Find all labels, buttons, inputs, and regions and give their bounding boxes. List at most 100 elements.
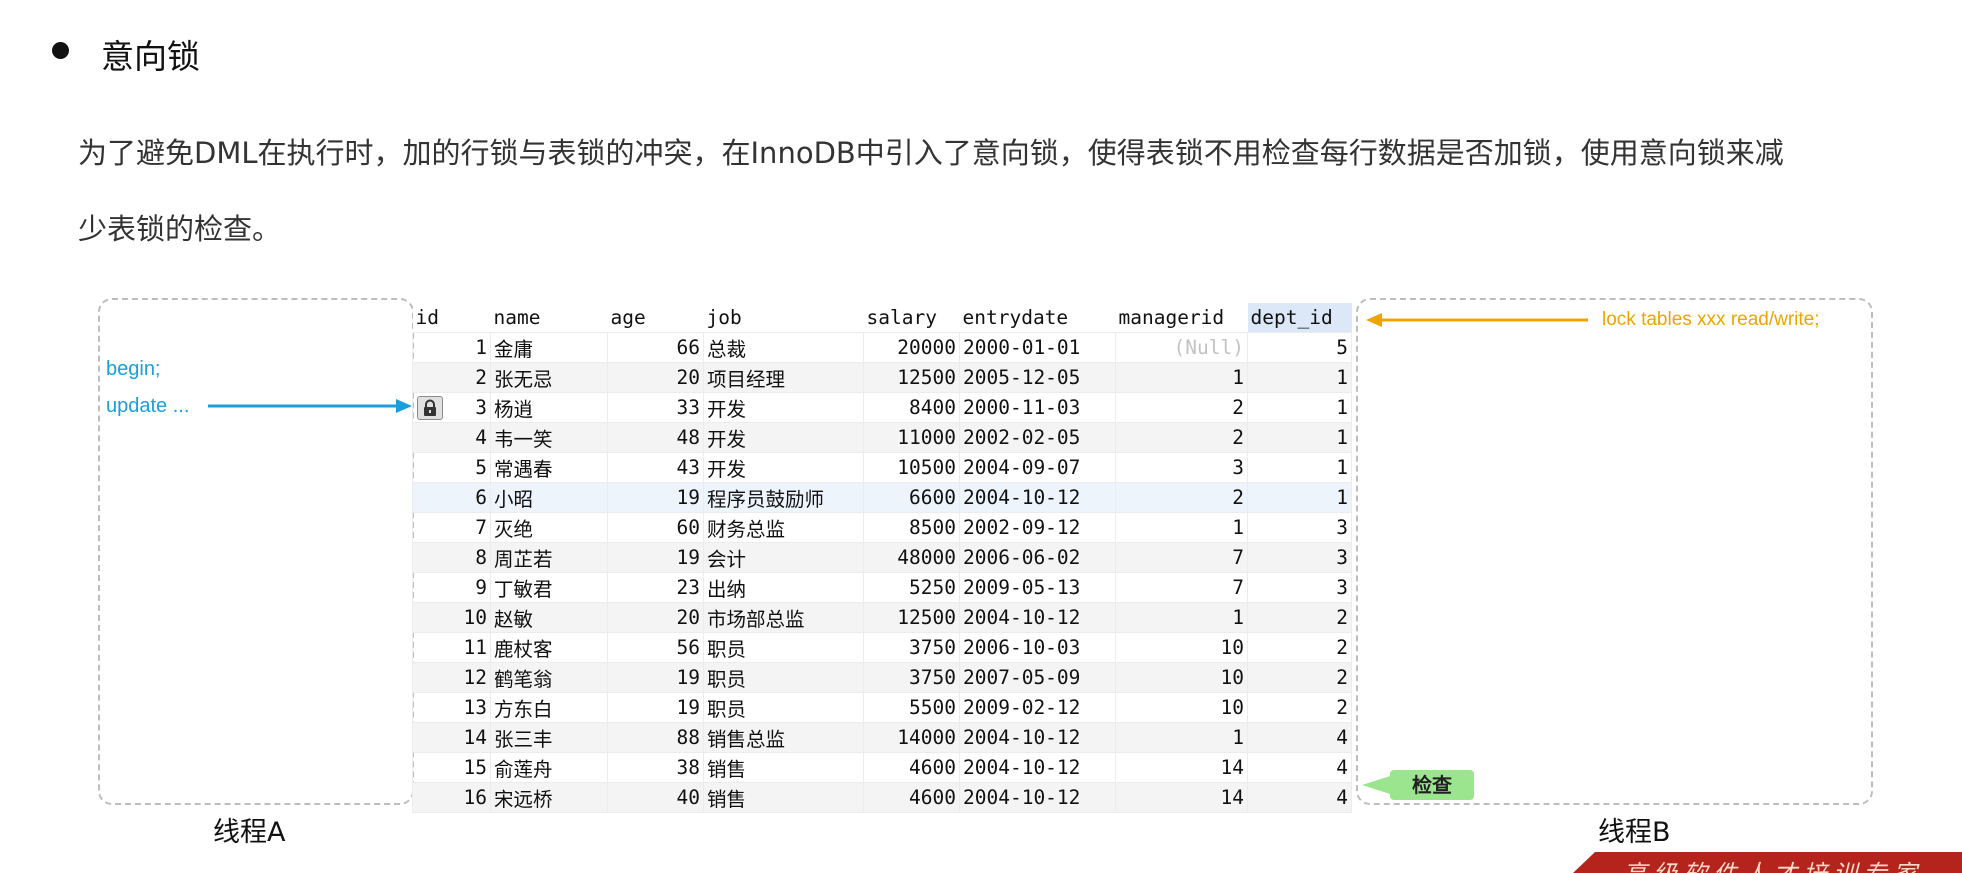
cell-name[interactable]: 韦一笑 bbox=[490, 421, 608, 453]
cell-id[interactable]: 11 bbox=[412, 631, 491, 663]
cell-id[interactable]: 1 bbox=[412, 331, 491, 363]
cell-id[interactable]: 8 bbox=[412, 541, 491, 573]
cell-age[interactable]: 43 bbox=[607, 451, 704, 483]
cell-job[interactable]: 职员 bbox=[703, 661, 864, 693]
cell-age[interactable]: 40 bbox=[607, 781, 704, 813]
cell-job[interactable]: 开发 bbox=[703, 421, 864, 453]
cell-age[interactable]: 66 bbox=[607, 331, 704, 363]
cell-age[interactable]: 19 bbox=[607, 661, 704, 693]
cell-managerid[interactable]: 2 bbox=[1115, 481, 1248, 513]
cell-salary[interactable]: 6600 bbox=[863, 481, 960, 513]
cell-entrydate[interactable]: 2004-10-12 bbox=[959, 721, 1116, 753]
table-row[interactable]: 9 丁敏君 23 出纳 5250 2009-05-13 7 3 bbox=[412, 571, 1352, 603]
cell-salary[interactable]: 14000 bbox=[863, 721, 960, 753]
cell-age[interactable]: 48 bbox=[607, 421, 704, 453]
cell-dept_id[interactable]: 5 bbox=[1247, 331, 1352, 363]
cell-name[interactable]: 周芷若 bbox=[490, 541, 608, 573]
cell-dept_id[interactable]: 3 bbox=[1247, 511, 1352, 543]
cell-id[interactable]: 7 bbox=[412, 511, 491, 543]
cell-entrydate[interactable]: 2004-10-12 bbox=[959, 751, 1116, 783]
cell-dept_id[interactable]: 1 bbox=[1247, 361, 1352, 393]
cell-entrydate[interactable]: 2004-10-12 bbox=[959, 781, 1116, 813]
table-row[interactable]: 10 赵敏 20 市场部总监 12500 2004-10-12 1 2 bbox=[412, 601, 1352, 633]
cell-age[interactable]: 60 bbox=[607, 511, 704, 543]
cell-salary[interactable]: 3750 bbox=[863, 631, 960, 663]
cell-salary[interactable]: 48000 bbox=[863, 541, 960, 573]
table-row[interactable]: 8 周芷若 19 会计 48000 2006-06-02 7 3 bbox=[412, 541, 1352, 573]
cell-age[interactable]: 33 bbox=[607, 391, 704, 423]
cell-dept_id[interactable]: 1 bbox=[1247, 451, 1352, 483]
cell-age[interactable]: 19 bbox=[607, 541, 704, 573]
cell-managerid[interactable]: 1 bbox=[1115, 511, 1248, 543]
cell-age[interactable]: 38 bbox=[607, 751, 704, 783]
cell-salary[interactable]: 10500 bbox=[863, 451, 960, 483]
cell-dept_id[interactable]: 2 bbox=[1247, 601, 1352, 633]
cell-salary[interactable]: 3750 bbox=[863, 661, 960, 693]
cell-id[interactable]: 10 bbox=[412, 601, 491, 633]
cell-age[interactable]: 23 bbox=[607, 571, 704, 603]
cell-job[interactable]: 项目经理 bbox=[703, 361, 864, 393]
cell-managerid[interactable]: 1 bbox=[1115, 601, 1248, 633]
cell-job[interactable]: 职员 bbox=[703, 691, 864, 723]
cell-job[interactable]: 销售 bbox=[703, 781, 864, 813]
cell-id[interactable]: 3 bbox=[412, 391, 491, 423]
column-header-name[interactable]: name bbox=[490, 303, 608, 333]
cell-entrydate[interactable]: 2002-02-05 bbox=[959, 421, 1116, 453]
cell-entrydate[interactable]: 2000-11-03 bbox=[959, 391, 1116, 423]
table-row[interactable]: 11 鹿杖客 56 职员 3750 2006-10-03 10 2 bbox=[412, 631, 1352, 663]
cell-id[interactable]: 14 bbox=[412, 721, 491, 753]
cell-id[interactable]: 2 bbox=[412, 361, 491, 393]
cell-job[interactable]: 会计 bbox=[703, 541, 864, 573]
cell-salary[interactable]: 11000 bbox=[863, 421, 960, 453]
cell-entrydate[interactable]: 2009-02-12 bbox=[959, 691, 1116, 723]
cell-dept_id[interactable]: 1 bbox=[1247, 421, 1352, 453]
cell-name[interactable]: 鹤笔翁 bbox=[490, 661, 608, 693]
cell-dept_id[interactable]: 4 bbox=[1247, 721, 1352, 753]
cell-dept_id[interactable]: 1 bbox=[1247, 481, 1352, 513]
cell-salary[interactable]: 12500 bbox=[863, 361, 960, 393]
cell-managerid[interactable]: 7 bbox=[1115, 571, 1248, 603]
column-header-salary[interactable]: salary bbox=[863, 303, 960, 333]
cell-name[interactable]: 灭绝 bbox=[490, 511, 608, 543]
cell-id[interactable]: 13 bbox=[412, 691, 491, 723]
cell-dept_id[interactable]: 1 bbox=[1247, 391, 1352, 423]
cell-salary[interactable]: 5500 bbox=[863, 691, 960, 723]
cell-managerid[interactable]: 10 bbox=[1115, 661, 1248, 693]
cell-entrydate[interactable]: 2002-09-12 bbox=[959, 511, 1116, 543]
cell-managerid[interactable]: 1 bbox=[1115, 361, 1248, 393]
table-row[interactable]: 5 常遇春 43 开发 10500 2004-09-07 3 1 bbox=[412, 451, 1352, 483]
cell-salary[interactable]: 12500 bbox=[863, 601, 960, 633]
cell-job[interactable]: 财务总监 bbox=[703, 511, 864, 543]
employee-data-grid[interactable]: id name age job salary entrydate managerid dept… bbox=[412, 303, 1352, 813]
cell-entrydate[interactable]: 2000-01-01 bbox=[959, 331, 1116, 363]
cell-entrydate[interactable]: 2006-06-02 bbox=[959, 541, 1116, 573]
cell-entrydate[interactable]: 2009-05-13 bbox=[959, 571, 1116, 603]
cell-managerid[interactable]: 10 bbox=[1115, 691, 1248, 723]
cell-dept_id[interactable]: 4 bbox=[1247, 751, 1352, 783]
cell-managerid[interactable]: 14 bbox=[1115, 751, 1248, 783]
cell-job[interactable]: 职员 bbox=[703, 631, 864, 663]
cell-age[interactable]: 20 bbox=[607, 601, 704, 633]
table-row[interactable]: 2 张无忌 20 项目经理 12500 2005-12-05 1 1 bbox=[412, 361, 1352, 393]
cell-id[interactable]: 9 bbox=[412, 571, 491, 603]
cell-salary[interactable]: 8400 bbox=[863, 391, 960, 423]
cell-dept_id[interactable]: 3 bbox=[1247, 571, 1352, 603]
table-row[interactable]: 1 金庸 66 总裁 20000 2000-01-01 (Null) 5 bbox=[412, 331, 1352, 363]
cell-salary[interactable]: 5250 bbox=[863, 571, 960, 603]
column-header-age[interactable]: age bbox=[607, 303, 704, 333]
cell-age[interactable]: 19 bbox=[607, 481, 704, 513]
cell-dept_id[interactable]: 2 bbox=[1247, 631, 1352, 663]
cell-entrydate[interactable]: 2004-09-07 bbox=[959, 451, 1116, 483]
cell-dept_id[interactable]: 4 bbox=[1247, 781, 1352, 813]
table-row[interactable]: 13 方东白 19 职员 5500 2009-02-12 10 2 bbox=[412, 691, 1352, 723]
table-row[interactable]: 16 宋远桥 40 销售 4600 2004-10-12 14 4 bbox=[412, 781, 1352, 813]
cell-name[interactable]: 金庸 bbox=[490, 331, 608, 363]
column-header-id[interactable]: id bbox=[412, 303, 491, 333]
cell-entrydate[interactable]: 2004-10-12 bbox=[959, 601, 1116, 633]
cell-managerid[interactable]: 7 bbox=[1115, 541, 1248, 573]
cell-name[interactable]: 小昭 bbox=[490, 481, 608, 513]
cell-age[interactable]: 88 bbox=[607, 721, 704, 753]
cell-name[interactable]: 宋远桥 bbox=[490, 781, 608, 813]
cell-name[interactable]: 杨逍 bbox=[490, 391, 608, 423]
cell-salary[interactable]: 8500 bbox=[863, 511, 960, 543]
